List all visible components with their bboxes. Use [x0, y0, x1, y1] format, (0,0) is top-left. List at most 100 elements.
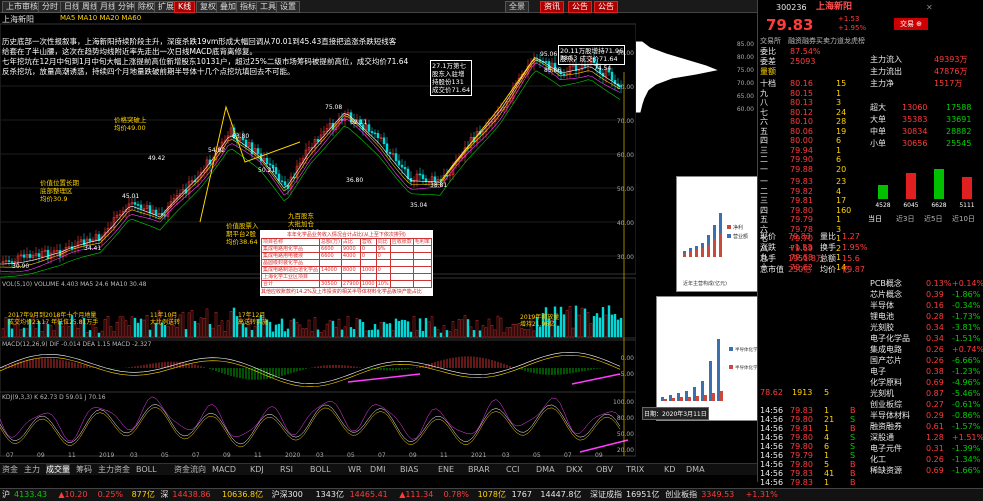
- kline-chart-area[interactable]: 90.00 80.00 70.00 60.00 50.00 40.00 30.00 95.06…: [0, 12, 637, 459]
- candle-body: [418, 173, 422, 176]
- quote-tab[interactable]: 交易所: [760, 36, 781, 46]
- volume-bar: [22, 327, 26, 338]
- volume-bar: [574, 305, 578, 338]
- sector-row[interactable]: 光刻胶 0.34 -3.81%: [868, 322, 983, 333]
- detail-value: +1.53: [788, 243, 813, 252]
- sector-row[interactable]: 电子元件 0.31 -1.39%: [868, 443, 983, 454]
- x-tick-label: 09: [409, 452, 417, 459]
- indicator-tab[interactable]: WR: [348, 464, 361, 475]
- volume-bar: [445, 330, 449, 338]
- volume-bar: [121, 316, 125, 338]
- indicator-tab[interactable]: KD: [664, 464, 675, 475]
- indicator-tab[interactable]: KDJ: [250, 464, 264, 475]
- indicator-tab[interactable]: 主力: [24, 464, 40, 475]
- indicator-tab[interactable]: TRIX: [626, 464, 644, 475]
- indicator-tab[interactable]: 主力资金: [98, 464, 130, 475]
- indicator-tab[interactable]: BOLL: [136, 464, 157, 475]
- sector-row[interactable]: 融资融券 0.61 -1.57%: [868, 421, 983, 432]
- x-tick-label: 03: [316, 452, 324, 459]
- volume-bar: [364, 330, 368, 338]
- volume-bar: [184, 329, 188, 338]
- indicator-tab[interactable]: 资金流向: [174, 464, 206, 475]
- close-icon[interactable]: ✕: [926, 2, 933, 13]
- order-tab[interactable]: 近5日: [924, 214, 942, 224]
- flow-bar: [962, 177, 972, 199]
- indicator-tab[interactable]: DKX: [566, 464, 583, 475]
- candle-body: [133, 202, 137, 205]
- detail-label: 换手: [820, 243, 836, 252]
- volume-bar: [106, 316, 110, 338]
- strip-axis-label: 60.00: [737, 106, 754, 113]
- candle-body: [406, 168, 410, 179]
- sector-change: -1.66%: [952, 466, 981, 475]
- detail-row: 总市值 250亿 均价 79.87: [758, 264, 866, 275]
- table-cell: [412, 266, 432, 274]
- indicator-tab[interactable]: BOLL: [310, 464, 331, 475]
- trade-button[interactable]: 交易 ⊕: [894, 18, 928, 30]
- y-tick-label: 40.00: [617, 220, 634, 227]
- volume-bar: [124, 320, 128, 338]
- indicator-tab[interactable]: CCI: [506, 464, 520, 475]
- status-value: 0.78%: [443, 490, 470, 499]
- sector-row[interactable]: 集成电路 0.26 +0.74%: [868, 344, 983, 355]
- table-row: 集成电路用化学品 6600 9000 0 9%: [260, 245, 432, 253]
- candle-body: [58, 250, 62, 257]
- indicator-tab[interactable]: ENE: [438, 464, 454, 475]
- status-label: 沪深300: [271, 490, 303, 499]
- sector-row[interactable]: 深股通 1.28 +1.51%: [868, 432, 983, 443]
- quote-tab[interactable]: 融资融券: [788, 36, 816, 46]
- table-cell: [389, 273, 414, 281]
- sector-row[interactable]: 电子 0.38 -1.23%: [868, 366, 983, 377]
- sector-row[interactable]: 光刻机 0.87 -5.46%: [868, 388, 983, 399]
- quote-tab[interactable]: 龙虎榜: [844, 36, 865, 46]
- volume-bar: [499, 317, 503, 338]
- volume-bar: [523, 328, 527, 338]
- indicator-tab[interactable]: 成交量: [46, 464, 70, 475]
- sector-row[interactable]: 国产芯片 0.26 -6.66%: [868, 355, 983, 366]
- volume-bar: [358, 319, 362, 338]
- order-tab[interactable]: 当日: [868, 214, 882, 224]
- detail-row: 总手 1951.8万 总额 15.6亿: [758, 253, 866, 274]
- sector-row[interactable]: 化学原料 0.69 -4.96%: [868, 377, 983, 388]
- indicator-tab[interactable]: OBV: [596, 464, 613, 475]
- sector-row[interactable]: 芯片概念 0.39 -1.86%: [868, 289, 983, 300]
- indicator-tab[interactable]: DMA: [686, 464, 705, 475]
- candle-body: [256, 148, 260, 154]
- candle-body: [403, 167, 407, 170]
- mini1-bar: [713, 239, 716, 257]
- volume-bar: [400, 319, 404, 338]
- sector-row[interactable]: 锂电池 0.28 -1.73%: [868, 311, 983, 322]
- sector-row[interactable]: 电子化学品 0.34 -1.51%: [868, 333, 983, 344]
- order-size-out: 17588: [946, 103, 972, 112]
- volume-bar: [478, 330, 482, 338]
- sector-ratio: 0.26: [926, 356, 944, 365]
- detail-value: 79.83: [788, 232, 811, 241]
- indicator-tab[interactable]: 筹码: [76, 464, 92, 475]
- sector-change: +1.51%: [952, 433, 983, 442]
- ma-legend: MA5 MA10 MA20 MA60: [60, 14, 142, 22]
- indicator-tab[interactable]: MACD: [212, 464, 236, 475]
- sector-row[interactable]: 半导体 0.16 -0.34%: [868, 300, 983, 311]
- sector-row[interactable]: 稀缺资源 0.69 -1.66%: [868, 465, 983, 476]
- indicator-tab[interactable]: DMI: [370, 464, 385, 475]
- sector-row[interactable]: PCB概念 0.13% +0.14%: [868, 278, 983, 289]
- indicator-tab[interactable]: DMA: [536, 464, 555, 475]
- order-tab[interactable]: 近10日: [952, 214, 975, 224]
- sector-row[interactable]: 化工 0.26 -1.34%: [868, 454, 983, 465]
- sector-row[interactable]: 创业板综 0.27 -0.61%: [868, 399, 983, 410]
- quote-tab[interactable]: 买卖力道: [816, 36, 844, 46]
- strip-axis-label: 65.00: [737, 93, 754, 100]
- x-tick-label: 07: [6, 452, 14, 459]
- indicator-tab[interactable]: RSI: [280, 464, 293, 475]
- table-header: 总额(万): [319, 238, 342, 246]
- sector-row[interactable]: 半导体材料 0.29 -0.86%: [868, 410, 983, 421]
- flow-bar: [934, 169, 944, 199]
- x-tick-label: 2020: [285, 452, 300, 459]
- order-tab[interactable]: 近3日: [896, 214, 914, 224]
- indicator-tab[interactable]: 资金: [2, 464, 18, 475]
- volume-bar: [379, 322, 383, 338]
- volume-bar: [538, 326, 542, 338]
- indicator-tab[interactable]: BRAR: [468, 464, 490, 475]
- indicator-tab[interactable]: BIAS: [400, 464, 418, 475]
- volume-bar: [448, 331, 452, 338]
